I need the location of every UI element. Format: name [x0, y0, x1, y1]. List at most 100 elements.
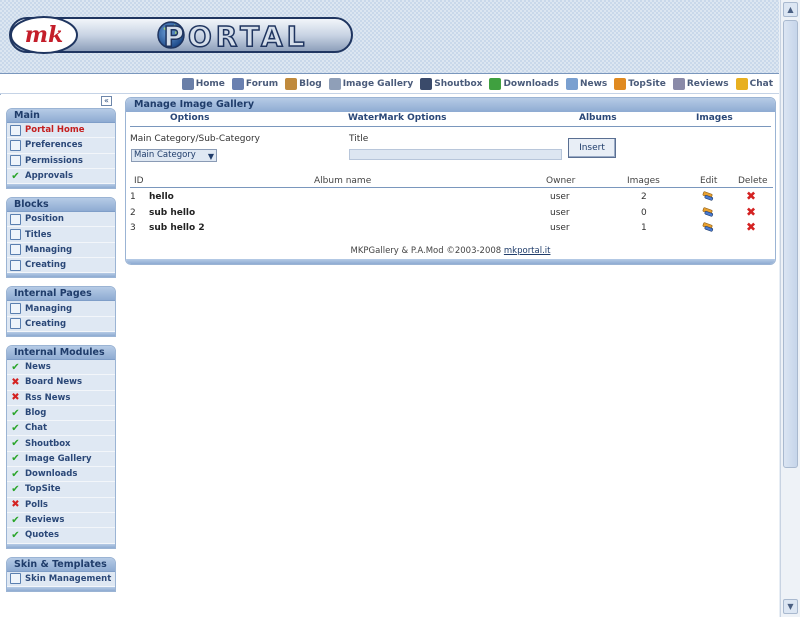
scroll-down-icon[interactable]: ▼ [783, 599, 798, 614]
sidebar-item-quotes[interactable]: ✔ Quotes [7, 528, 115, 544]
col-owner: Owner [546, 176, 576, 186]
col-album-name: Album name [314, 176, 372, 186]
sidebar-item-blog[interactable]: ✔ Blog [7, 406, 115, 422]
chat-icon [735, 77, 748, 90]
home-icon [181, 77, 194, 90]
nav-label: Reviews [686, 78, 729, 89]
nav-label: News [579, 78, 608, 89]
sidebar-block-title: Internal Modules [7, 345, 115, 360]
titles-icon [10, 229, 21, 241]
scroll-thumb[interactable] [783, 20, 798, 468]
col-edit: Edit [700, 176, 718, 186]
sidebar-item-label: Image Gallery [25, 453, 92, 464]
edit-icon[interactable] [702, 191, 714, 201]
sidebar-item-shoutbox[interactable]: ✔ Shoutbox [7, 436, 115, 452]
check-icon: ✔ [11, 422, 20, 434]
category-select-value: Main Category [134, 150, 196, 160]
sidebar-item-label: Portal Home [25, 125, 85, 136]
scroll-up-icon[interactable]: ▲ [783, 2, 798, 17]
sidebar-item-titles[interactable]: Titles [7, 227, 115, 243]
album-name[interactable]: hello [149, 192, 174, 202]
album-name[interactable]: sub hello 2 [149, 223, 205, 233]
logo-word: PORTAL [163, 20, 308, 53]
sidebar-item-skin-management[interactable]: Skin Management [7, 572, 115, 587]
delete-icon[interactable]: ✖ [746, 190, 756, 202]
sidebar-item-label: Shoutbox [25, 438, 71, 449]
check-icon: ✔ [11, 438, 20, 450]
delete-icon[interactable]: ✖ [746, 206, 756, 218]
topsite-icon [614, 77, 627, 90]
edit-icon[interactable] [702, 222, 714, 232]
nav-label: Downloads [503, 78, 559, 89]
tab-watermark-options[interactable]: WaterMark Options [348, 113, 447, 123]
nav-blog[interactable]: Blog [285, 77, 322, 90]
portal-home-icon [10, 124, 21, 136]
sidebar-item-label: News [25, 362, 51, 373]
vertical-scrollbar[interactable]: ▲ ▼ [780, 0, 800, 617]
sidebar-item-position[interactable]: Position [7, 212, 115, 228]
nav-news[interactable]: News [565, 77, 608, 90]
sidebar-item-rss-news[interactable]: ✖ Rss News [7, 391, 115, 406]
sidebar-item-managing[interactable]: Managing [7, 243, 115, 259]
sidebar-block-main: Main Portal Home Preferences Permissions ✔ Ap… [6, 108, 116, 190]
edit-icon[interactable] [702, 206, 714, 217]
tab-bar: Options WaterMark Options Albums Images [130, 113, 771, 127]
sidebar-item-managing[interactable]: Managing [7, 301, 115, 317]
nav-forum[interactable]: Forum [231, 77, 278, 90]
table-row: 2 sub hello user 0 ✖ [130, 206, 773, 221]
nav-shoutbox[interactable]: Shoutbox [420, 77, 483, 90]
category-select[interactable]: Main Category ▼ [131, 149, 217, 162]
sidebar-item-reviews[interactable]: ✔ Reviews [7, 513, 115, 529]
sidebar-item-portal-home[interactable]: Portal Home [7, 123, 115, 139]
sidebar-block-title: Blocks [7, 198, 115, 213]
cross-icon: ✖ [11, 499, 20, 511]
sidebar-item-label: Skin Management [25, 573, 112, 584]
sidebar-item-label: Quotes [25, 530, 60, 541]
sidebar-item-preferences[interactable]: Preferences [7, 138, 115, 154]
header-banner: mk PORTAL [0, 0, 779, 74]
managing-icon [10, 303, 21, 315]
delete-icon[interactable]: ✖ [746, 221, 756, 233]
check-icon: ✔ [11, 483, 20, 495]
nav-reviews[interactable]: Reviews [672, 77, 729, 90]
sidebar-item-label: Titles [25, 229, 52, 240]
cross-icon: ✖ [11, 392, 20, 404]
sidebar-item-label: Position [25, 214, 64, 225]
nav-image-gallery[interactable]: Image Gallery [328, 77, 414, 90]
sidebar-item-permissions[interactable]: Permissions [7, 154, 115, 169]
table-header: ID Album name Owner Images Edit Delete [130, 176, 773, 188]
sidebar-item-downloads[interactable]: ✔ Downloads [7, 467, 115, 483]
album-name[interactable]: sub hello [149, 208, 195, 218]
check-icon: ✔ [11, 453, 20, 465]
sidebar-item-image-gallery[interactable]: ✔ Image Gallery [7, 452, 115, 468]
footer-link[interactable]: mkportal.it [504, 246, 551, 256]
nav-topsite[interactable]: TopSite [614, 77, 666, 90]
tab-options[interactable]: Options [170, 113, 209, 123]
nav-home[interactable]: Home [181, 77, 225, 90]
sidebar-item-creating[interactable]: Creating [7, 258, 115, 274]
row-owner: user [550, 192, 570, 202]
insert-button[interactable]: Insert [568, 138, 616, 158]
sidebar-block-internal-pages: Internal Pages Managing Creating [6, 286, 116, 337]
row-image-count: 0 [641, 207, 647, 218]
sidebar-item-chat[interactable]: ✔ Chat [7, 421, 115, 437]
sidebar-item-news[interactable]: ✔ News [7, 360, 115, 376]
sidebar-item-topsite[interactable]: ✔ TopSite [7, 482, 115, 498]
nav-downloads[interactable]: Downloads [489, 77, 559, 90]
check-icon: ✔ [11, 468, 20, 480]
tab-albums[interactable]: Albums [579, 113, 617, 123]
nav-label: Image Gallery [342, 78, 414, 89]
nav-label: Shoutbox [434, 78, 483, 89]
approvals-icon: ✔ [11, 170, 20, 182]
nav-label: Chat [749, 78, 773, 89]
collapse-sidebar-button[interactable]: « [101, 96, 112, 106]
title-input[interactable] [349, 149, 562, 160]
tab-images[interactable]: Images [696, 113, 733, 123]
nav-label: Home [195, 78, 225, 89]
sidebar-item-creating[interactable]: Creating [7, 317, 115, 332]
sidebar-item-approvals[interactable]: ✔ Approvals [7, 169, 115, 185]
sidebar-item-board-news[interactable]: ✖ Board News [7, 375, 115, 391]
nav-chat[interactable]: Chat [735, 77, 773, 90]
managing-icon [10, 244, 21, 256]
sidebar-item-polls[interactable]: ✖ Polls [7, 498, 115, 513]
